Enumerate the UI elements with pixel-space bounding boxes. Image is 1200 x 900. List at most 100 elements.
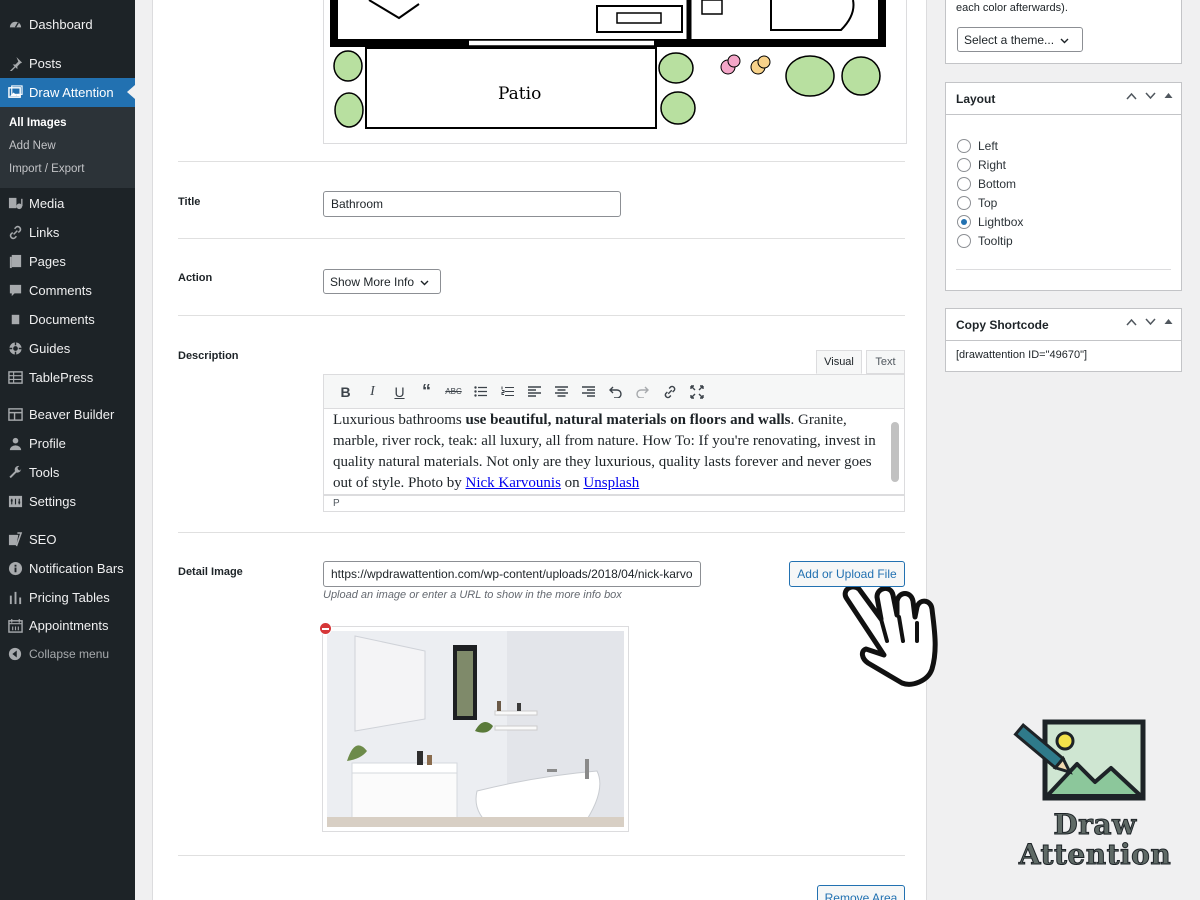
row-divider [178, 855, 905, 856]
tab-visual[interactable]: Visual [816, 350, 862, 374]
link-icon[interactable] [656, 380, 683, 404]
layout-option-bottom[interactable]: Bottom [957, 177, 1016, 191]
theme-select-value: Select a theme... [964, 32, 1055, 47]
radio-top[interactable] [957, 196, 971, 210]
remove-area-button[interactable]: Remove Area [817, 885, 905, 900]
editor-text: Luxurious bathrooms [333, 412, 466, 428]
title-input[interactable] [323, 191, 621, 217]
italic-button[interactable]: I [359, 380, 386, 404]
layout-header[interactable]: Layout [946, 83, 1181, 115]
radio-left[interactable] [957, 139, 971, 153]
action-select[interactable]: Show More Info [323, 269, 441, 294]
radio-bottom[interactable] [957, 177, 971, 191]
detail-image-hint: Upload an image or enter a URL to show i… [323, 589, 622, 601]
editor-status-bar: P [323, 495, 905, 512]
sidebar-item-appointments[interactable]: Appointments [0, 611, 135, 640]
tab-visual-label: Visual [824, 356, 854, 368]
layout-option-tooltip[interactable]: Tooltip [957, 234, 1013, 248]
bullet-list-icon[interactable] [467, 380, 494, 404]
bold-button[interactable]: B [332, 380, 359, 404]
sidebar-item-documents[interactable]: Documents [0, 305, 135, 334]
tab-text[interactable]: Text [866, 350, 905, 374]
detail-image-label: Detail Image [178, 566, 243, 578]
numbered-list-icon[interactable] [494, 380, 521, 404]
editor-scrollbar[interactable] [891, 422, 899, 482]
comment-icon [7, 283, 23, 299]
radio-right[interactable] [957, 158, 971, 172]
layout-option-label: Tooltip [978, 234, 1013, 248]
blockquote-icon[interactable]: “ [413, 380, 440, 404]
info-icon [7, 561, 23, 577]
toggle-panel-icon[interactable] [1164, 91, 1173, 103]
document-icon [7, 312, 23, 328]
sidebar-item-tablepress[interactable]: TablePress [0, 363, 135, 392]
radio-tooltip[interactable] [957, 234, 971, 248]
sidebar-item-notification-bars[interactable]: Notification Bars [0, 554, 135, 583]
collapse-icon [7, 646, 23, 662]
sidebar-item-pricing-tables[interactable]: Pricing Tables [0, 583, 135, 612]
fullscreen-icon[interactable] [683, 380, 710, 404]
sidebar-item-dashboard[interactable]: Dashboard [0, 10, 135, 39]
move-up-icon[interactable] [1126, 91, 1137, 103]
draw-attention-logo [1008, 718, 1148, 807]
media-icon [7, 196, 23, 212]
move-down-icon[interactable] [1145, 91, 1156, 103]
align-center-icon[interactable] [548, 380, 575, 404]
underline-button[interactable]: U [386, 380, 413, 404]
layout-option-left[interactable]: Left [957, 139, 998, 153]
sidebar-item-tools[interactable]: Tools [0, 458, 135, 487]
layout-option-top[interactable]: Top [957, 196, 997, 210]
detail-image-preview [322, 626, 629, 832]
sidebar-item-settings[interactable]: Settings [0, 487, 135, 516]
toggle-panel-icon[interactable] [1164, 317, 1173, 329]
layout-option-label: Bottom [978, 177, 1017, 191]
remove-image-button[interactable] [319, 622, 332, 635]
floor-plan-image[interactable]: Patio [323, 0, 907, 144]
submenu-all-images[interactable]: All Images [9, 117, 67, 129]
collapse-menu-button[interactable]: Collapse menu [0, 639, 135, 668]
description-editor[interactable]: Luxurious bathrooms use beautiful, natur… [323, 409, 905, 495]
sidebar-item-beaver-builder[interactable]: Beaver Builder [0, 400, 135, 429]
room-label-patio: Patio [498, 84, 541, 104]
shortcode-text[interactable]: [drawattention ID="49670"] [956, 349, 1087, 361]
author-link[interactable]: Nick Karvounis [466, 475, 561, 491]
sidebar-item-profile[interactable]: Profile [0, 429, 135, 458]
pages-icon [7, 254, 23, 270]
layout-option-right[interactable]: Right [957, 158, 1006, 172]
sidebar-item-seo[interactable]: SEO [0, 525, 135, 554]
dashboard-icon [7, 17, 23, 33]
unsplash-link[interactable]: Unsplash [583, 475, 639, 491]
sidebar-item-media[interactable]: Media [0, 189, 135, 218]
move-up-icon[interactable] [1126, 317, 1137, 329]
theme-note: each color afterwards). [956, 2, 1068, 14]
action-select-value: Show More Info [330, 274, 415, 289]
undo-icon[interactable] [602, 380, 629, 404]
sidebar-item-draw-attention[interactable]: Draw Attention [0, 78, 135, 107]
submenu-add-new[interactable]: Add New [9, 140, 56, 152]
row-divider [178, 532, 905, 533]
sidebar-item-comments[interactable]: Comments [0, 276, 135, 305]
move-down-icon[interactable] [1145, 317, 1156, 329]
sidebar-item-links[interactable]: Links [0, 218, 135, 247]
add-or-upload-file-button[interactable]: Add or Upload File [789, 561, 905, 587]
redo-icon[interactable] [629, 380, 656, 404]
sidebar-item-guides[interactable]: Guides [0, 334, 135, 363]
strikethrough-button[interactable]: ABC [440, 380, 467, 404]
chevron-down-icon [1060, 33, 1069, 47]
sidebar-item-posts[interactable]: Posts [0, 49, 135, 78]
detail-image-url-input[interactable] [323, 561, 701, 587]
sidebar-item-pages[interactable]: Pages [0, 247, 135, 276]
row-divider [178, 161, 905, 162]
align-right-icon[interactable] [575, 380, 602, 404]
shortcode-header[interactable]: Copy Shortcode [946, 309, 1181, 341]
link-icon [7, 225, 23, 241]
align-left-icon[interactable] [521, 380, 548, 404]
submenu-import-export[interactable]: Import / Export [9, 163, 84, 175]
row-divider [178, 315, 905, 316]
images-icon [7, 85, 23, 101]
draw-attention-wordmark: Draw Attention [1010, 809, 1180, 870]
layout-option-lightbox[interactable]: Lightbox [957, 215, 1023, 229]
radio-lightbox[interactable] [957, 215, 971, 229]
lifebuoy-icon [7, 341, 23, 357]
theme-select[interactable]: Select a theme... [957, 27, 1083, 52]
